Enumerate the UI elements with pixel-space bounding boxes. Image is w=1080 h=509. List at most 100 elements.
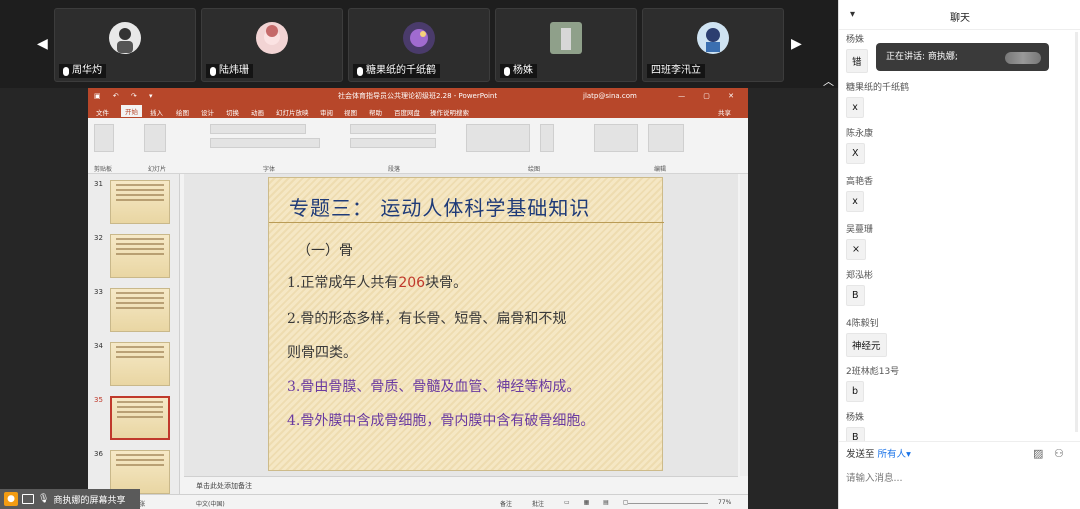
next-participants-icon[interactable]: ▶ bbox=[791, 36, 802, 52]
participant-name: 糖果纸的千纸鹤 bbox=[366, 65, 436, 76]
chat-message: 郑泓彬 B bbox=[846, 268, 873, 306]
slide-thumbnail-selected[interactable] bbox=[110, 396, 170, 440]
collapse-strip-icon[interactable]: ︿ bbox=[823, 73, 834, 89]
participant-tile[interactable]: 陆炜珊 bbox=[201, 8, 343, 82]
slide-thumbnail[interactable] bbox=[110, 342, 170, 386]
chat-message: 杨姝错 bbox=[846, 32, 868, 73]
slide-number: 36 bbox=[94, 450, 103, 458]
message-text: B bbox=[846, 427, 865, 441]
participant-tile[interactable]: 四班李汛立 bbox=[642, 8, 784, 82]
tab-review[interactable]: 审阅 bbox=[320, 107, 333, 117]
slide-thumbnails: 31 32 33 34 35 36 bbox=[88, 174, 180, 496]
slide-number: 34 bbox=[94, 342, 103, 350]
message-sender: 郑泓彬 bbox=[846, 271, 874, 281]
tab-view[interactable]: 视图 bbox=[344, 107, 357, 117]
message-text: B bbox=[846, 285, 865, 306]
zoom-level[interactable]: 77% bbox=[718, 499, 731, 506]
editor-scrollbar[interactable] bbox=[740, 174, 748, 476]
message-text: x bbox=[846, 191, 864, 212]
chevron-down-icon[interactable]: ▾ bbox=[850, 9, 855, 20]
share-button[interactable]: 共享 bbox=[718, 107, 731, 117]
slide-number: 32 bbox=[94, 234, 103, 242]
shapes-gallery[interactable] bbox=[466, 124, 530, 152]
chat-message: 4陈毅钊神经元 bbox=[846, 316, 887, 357]
ppt-title: 社会体育指导员公共理论初级班2.28 - PowerPoint bbox=[338, 92, 498, 100]
slide-point-1: 1.正常成年人共有206块骨。 bbox=[287, 275, 468, 291]
zoom-slider[interactable] bbox=[628, 503, 708, 504]
message-sender: 吴蔓珊 bbox=[846, 225, 874, 235]
tab-help[interactable]: 帮助 bbox=[369, 107, 382, 117]
tab-file[interactable]: 文件 bbox=[96, 107, 109, 117]
notes-button[interactable]: 备注 bbox=[500, 499, 512, 508]
prev-participants-icon[interactable]: ◀ bbox=[37, 36, 48, 52]
message-input[interactable] bbox=[846, 468, 1074, 488]
paragraph-buttons[interactable] bbox=[350, 124, 436, 134]
tell-me-search[interactable]: 操作说明搜索 bbox=[430, 107, 469, 117]
chat-panel: 聊天 ▾ 杨姝错 糖果纸的千纸鹤 x 陈永康 X 高艳香 x 吴蔓珊 × 郑泓彬 B 4陈… bbox=[838, 0, 1080, 509]
comments-button[interactable]: 批注 bbox=[532, 499, 544, 508]
view-buttons[interactable]: ▭ ▦ ▤ ▢ bbox=[564, 499, 634, 506]
paste-button[interactable] bbox=[94, 124, 114, 152]
alignment-buttons[interactable] bbox=[350, 138, 436, 148]
chat-footer: 发送至 所有人▾ ▨ ⚇ bbox=[839, 441, 1080, 509]
message-sender: 4陈毅钊 bbox=[846, 319, 879, 329]
recipient-select[interactable]: 所有人 bbox=[878, 449, 907, 460]
slide-thumbnail[interactable] bbox=[110, 288, 170, 332]
microphone-icon bbox=[63, 66, 69, 76]
chat-scrollbar[interactable] bbox=[1075, 32, 1078, 432]
avatar bbox=[256, 22, 288, 54]
chat-message: 吴蔓珊 × bbox=[846, 222, 873, 260]
message-sender: 2班林彪13号 bbox=[846, 367, 900, 377]
message-sender: 陈永康 bbox=[846, 129, 874, 139]
microphone-icon bbox=[210, 66, 216, 76]
chat-message: 糖果纸的千纸鹤 x bbox=[846, 80, 909, 118]
slide-thumbnail[interactable] bbox=[110, 180, 170, 224]
tab-animations[interactable]: 动画 bbox=[251, 107, 264, 117]
slide-editor: 专题三： 运动人体科学基础知识 （一）骨 1.正常成年人共有206块骨。 2.骨… bbox=[184, 174, 738, 476]
message-text: b bbox=[846, 381, 865, 402]
group-label: 绘图 bbox=[528, 166, 541, 173]
title-divider bbox=[269, 222, 664, 223]
group-label: 编辑 bbox=[654, 166, 667, 173]
message-text: 神经元 bbox=[846, 333, 887, 357]
slide-number: 35 bbox=[94, 396, 103, 404]
tab-draw[interactable]: 绘图 bbox=[176, 107, 189, 117]
editing-buttons[interactable] bbox=[648, 124, 684, 152]
chevron-down-icon[interactable]: ▾ bbox=[906, 449, 911, 460]
font-name-select[interactable] bbox=[210, 124, 306, 134]
group-label: 剪贴板 bbox=[94, 166, 113, 173]
message-text: x bbox=[846, 97, 864, 118]
arrange-button[interactable] bbox=[540, 124, 554, 152]
slide-point-2: 2.骨的形态多样，有长骨、短骨、扁骨和不规 bbox=[287, 311, 567, 327]
shape-style-buttons[interactable] bbox=[594, 124, 638, 152]
tab-home[interactable]: 开始 bbox=[121, 105, 142, 117]
quick-access-icons[interactable]: ▣ ↶ ↷ ▾ bbox=[94, 88, 158, 104]
participant-tile[interactable]: 周华灼 bbox=[54, 8, 196, 82]
tab-insert[interactable]: 插入 bbox=[150, 107, 163, 117]
slide-subtitle: （一）骨 bbox=[297, 243, 353, 259]
tab-baidu[interactable]: 百度网盘 bbox=[394, 107, 420, 117]
participant-tile[interactable]: 杨姝 bbox=[495, 8, 637, 82]
new-slide-button[interactable] bbox=[144, 124, 166, 152]
slide-point-3: 3.骨由骨膜、骨质、骨髓及血管、神经等构成。 bbox=[287, 379, 581, 395]
notes-pane[interactable]: 单击此处添加备注 bbox=[184, 476, 738, 494]
user-icon: ● bbox=[4, 492, 18, 506]
language-status: 中文(中国) bbox=[196, 501, 225, 508]
user-settings-icon[interactable]: ⚇ bbox=[1054, 447, 1064, 460]
slide-thumbnail[interactable] bbox=[110, 234, 170, 278]
chat-title: 聊天 bbox=[950, 13, 970, 24]
image-icon[interactable]: ▨ bbox=[1033, 447, 1043, 460]
current-slide[interactable]: 专题三： 运动人体科学基础知识 （一）骨 1.正常成年人共有206块骨。 2.骨… bbox=[268, 177, 664, 471]
slide-thumbnail[interactable] bbox=[110, 450, 170, 494]
font-format-buttons[interactable] bbox=[210, 138, 320, 148]
tab-design[interactable]: 设计 bbox=[201, 107, 214, 117]
tab-transitions[interactable]: 切换 bbox=[226, 107, 239, 117]
chat-message: 2班林彪13号 b bbox=[846, 364, 899, 402]
message-sender: 杨姝 bbox=[846, 35, 865, 45]
tab-slideshow[interactable]: 幻灯片放映 bbox=[276, 107, 309, 117]
window-controls[interactable]: — ▢ ✕ bbox=[678, 88, 742, 104]
avatar bbox=[109, 22, 141, 54]
chat-header: 聊天 ▾ bbox=[839, 0, 1080, 30]
participant-tile[interactable]: 糖果纸的千纸鹤 bbox=[348, 8, 490, 82]
screen-share-bar[interactable]: ● 🎙 商执娜的屏幕共享 bbox=[0, 489, 140, 509]
